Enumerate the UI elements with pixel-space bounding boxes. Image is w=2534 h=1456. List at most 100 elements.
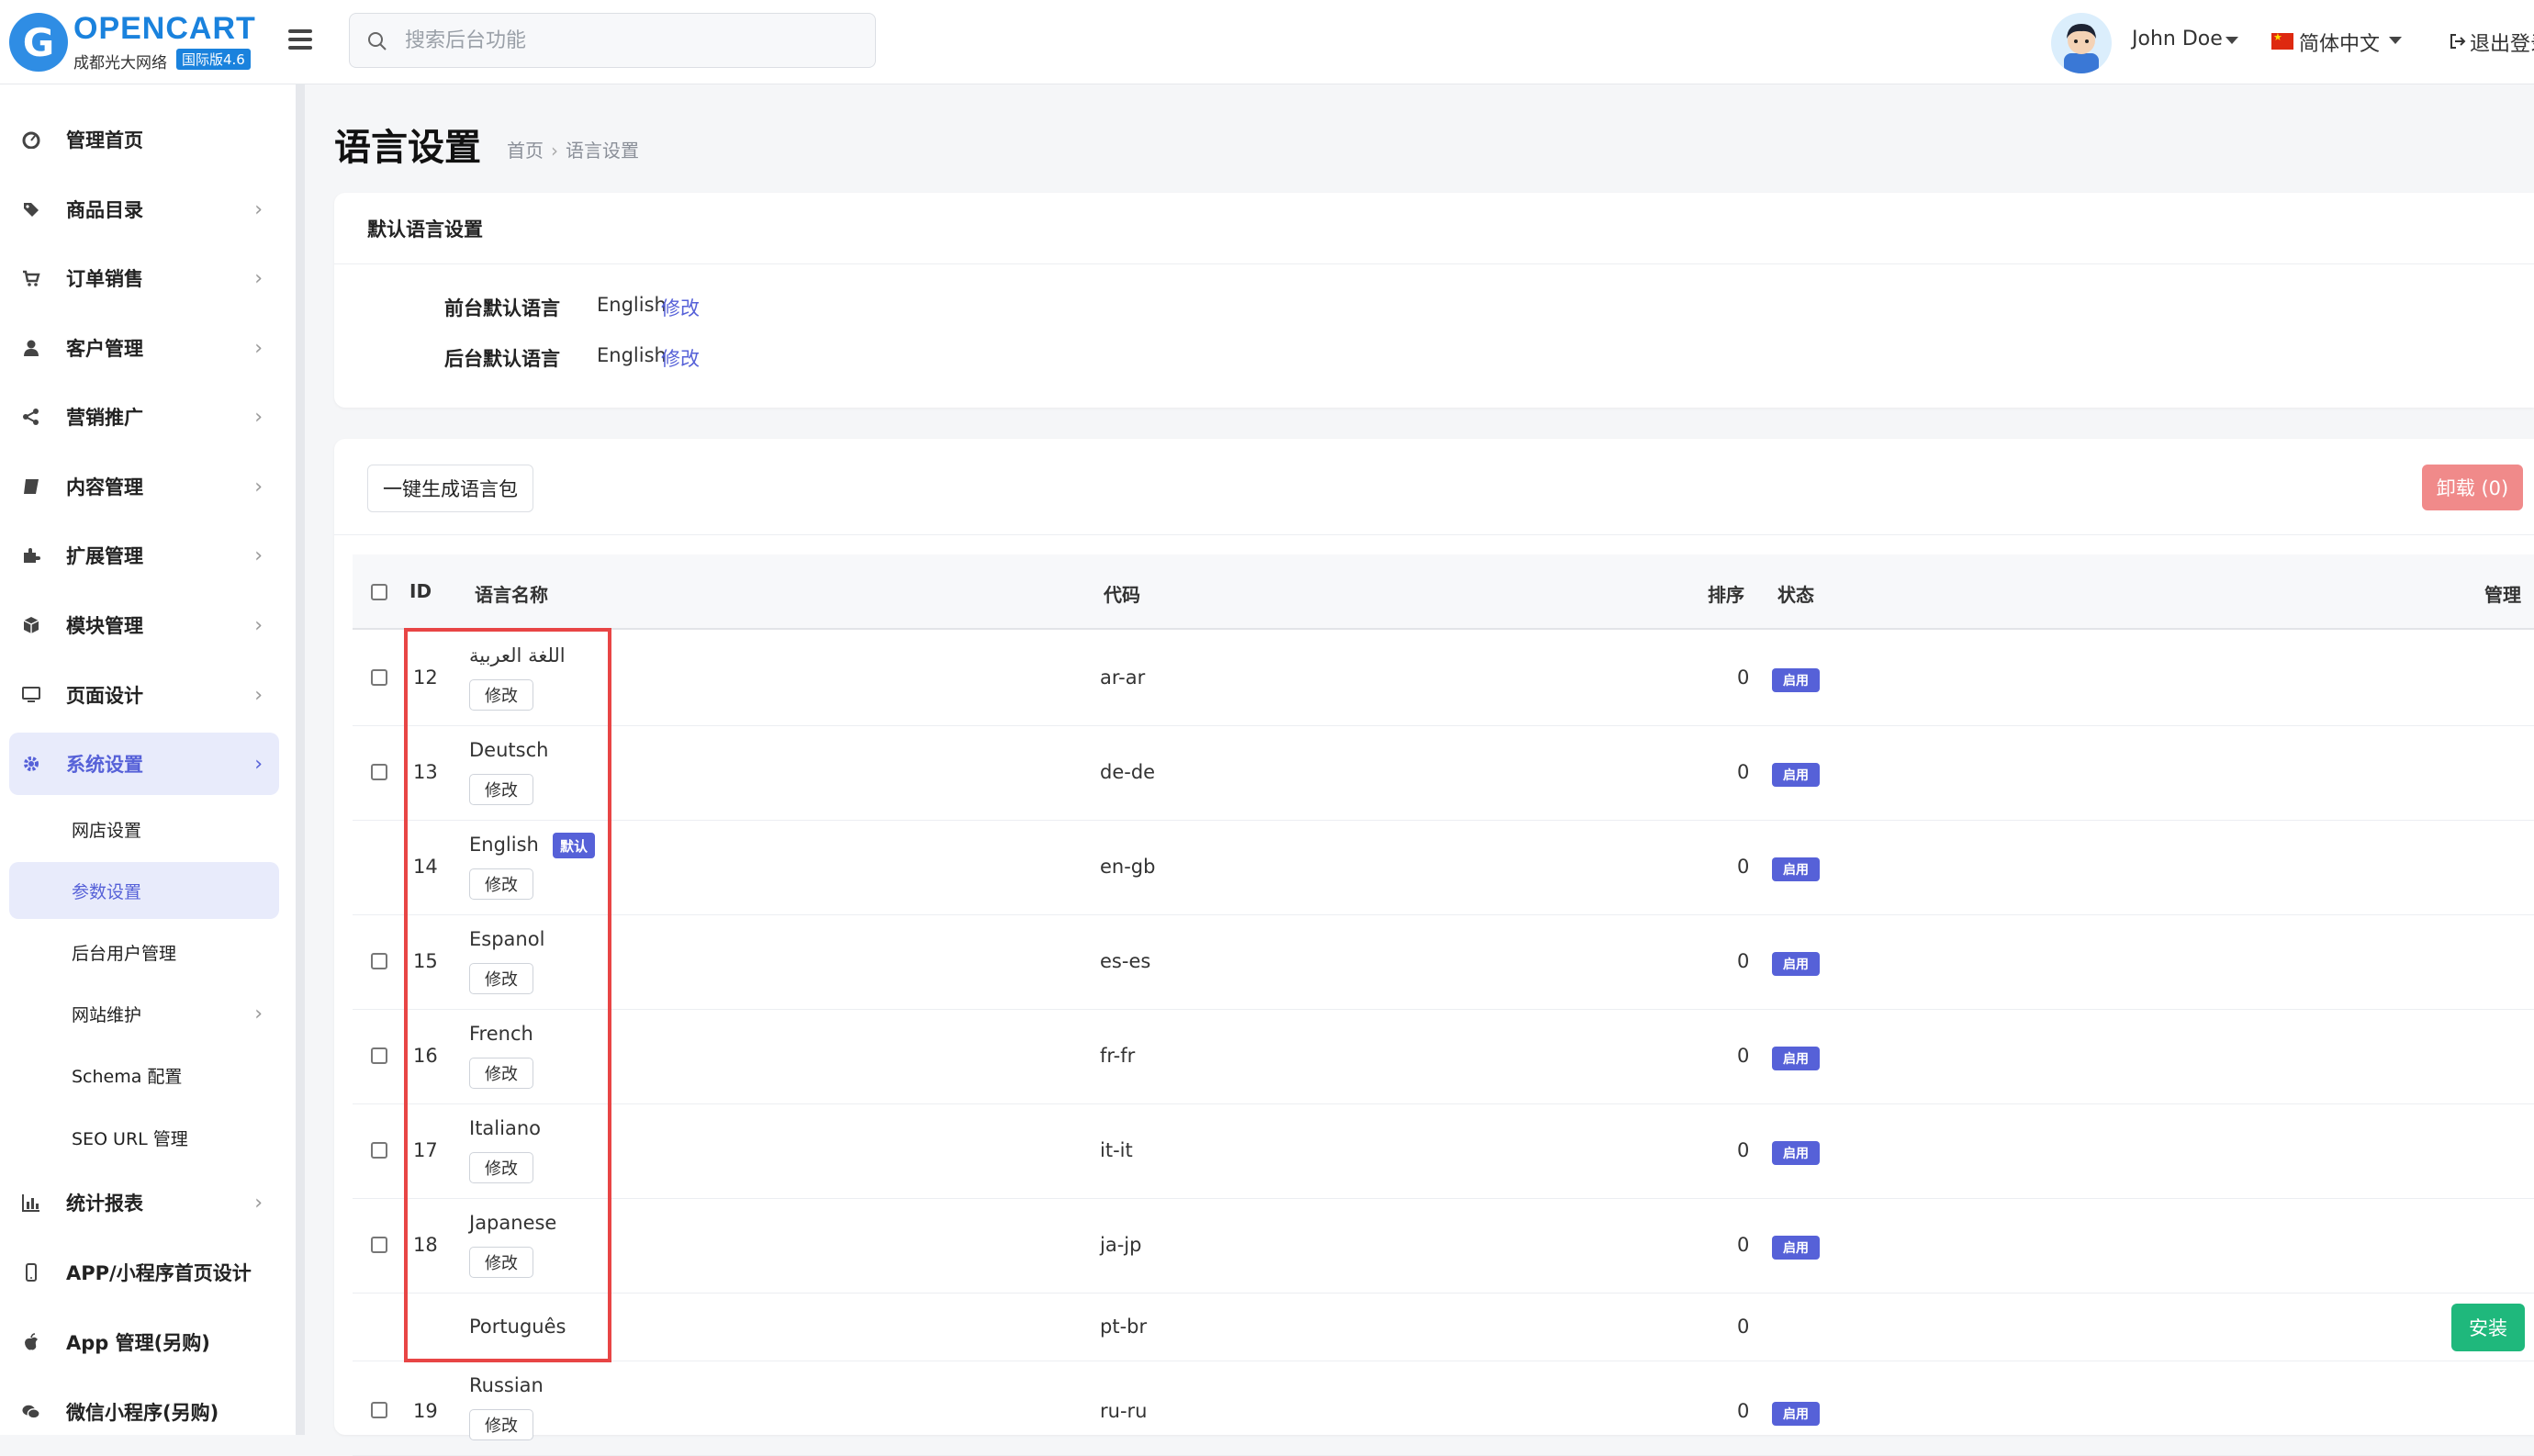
sidebar-item-page-design[interactable]: 页面设计 › [9, 664, 279, 726]
cell-code: de-de [1100, 761, 1156, 783]
row-edit-button[interactable]: 修改 [469, 1409, 533, 1440]
row-edit-button[interactable]: 修改 [469, 1152, 533, 1183]
column-header-name[interactable]: 语言名称 [475, 580, 548, 607]
language-dropdown-caret-icon[interactable] [2389, 37, 2402, 44]
sidebar-item-dashboard[interactable]: 管理首页 [9, 108, 279, 171]
chevron-right-icon: › [254, 197, 263, 221]
breadcrumb-home-link[interactable]: 首页 [507, 140, 544, 162]
row-checkbox[interactable] [371, 953, 387, 969]
chevron-right-icon: › [254, 475, 263, 498]
sidebar-item-content[interactable]: 内容管理 › [9, 455, 279, 518]
cell-language-name: اللغة العربية [469, 644, 566, 666]
sidebar-item-label: 管理首页 [66, 129, 143, 151]
sidebar-item-label: 微信小程序(另购) [66, 1402, 219, 1424]
logout-icon[interactable] [2448, 31, 2468, 51]
sidebar-subitem-schema[interactable]: Schema 配置 [9, 1047, 279, 1103]
table-row: 15 Espanol 修改 es-es 0 启用 [353, 915, 2534, 1010]
row-checkbox[interactable] [371, 1047, 387, 1064]
uninstall-button[interactable]: 卸载 (0) [2422, 465, 2523, 510]
generate-language-pack-button[interactable]: 一键生成语言包 [367, 465, 533, 512]
cell-language-name: Deutsch [469, 739, 549, 761]
sidebar-subitem-label: SEO URL 管理 [72, 1128, 188, 1149]
cell-id: 16 [413, 1045, 438, 1067]
column-header-sort[interactable]: 排序 [1708, 580, 1744, 607]
cell-language-name: Japanese [469, 1212, 557, 1234]
sidebar-item-app-home-design[interactable]: APP/小程序首页设计 [9, 1241, 279, 1304]
chevron-right-icon: › [254, 266, 263, 290]
avatar-image [2064, 24, 2099, 73]
row-edit-button[interactable]: 修改 [469, 963, 533, 994]
search-box[interactable] [349, 13, 876, 68]
sidebar-subitem-parameter-settings[interactable]: 参数设置 [9, 862, 279, 919]
cube-icon [22, 616, 40, 634]
sidebar-subitem-label: 后台用户管理 [72, 943, 177, 964]
tags-icon [22, 200, 40, 218]
sidebar-item-system-settings[interactable]: 系统设置 › [9, 733, 279, 795]
install-button[interactable]: 安装 [2451, 1304, 2525, 1351]
column-header-code[interactable]: 代码 [1104, 580, 1140, 607]
row-checkbox[interactable] [371, 1237, 387, 1253]
user-dropdown-caret-icon[interactable] [2226, 37, 2238, 44]
cell-id: 15 [413, 950, 438, 972]
sidebar-subitem-admin-users[interactable]: 后台用户管理 [9, 924, 279, 980]
sidebar-item-marketing[interactable]: 营销推广 › [9, 386, 279, 448]
user-name[interactable]: John Doe [2132, 28, 2223, 50]
language-list-card: 一键生成语言包 卸载 (0) ID 语言名称 代码 排序 状态 管理 12 ال… [334, 439, 2534, 1456]
sidebar-item-reports[interactable]: 统计报表 › [9, 1171, 279, 1234]
setting-label: 前台默认语言 [444, 297, 560, 319]
cell-sort: 0 [1737, 1400, 1750, 1422]
search-input[interactable] [403, 14, 862, 67]
sidebar-item-label: 客户管理 [66, 338, 143, 360]
avatar[interactable] [2051, 13, 2112, 73]
column-header-id[interactable]: ID [409, 580, 432, 602]
row-checkbox[interactable] [371, 669, 387, 686]
cell-sort: 0 [1737, 856, 1750, 878]
row-checkbox[interactable] [371, 1402, 387, 1418]
dashboard-icon [22, 130, 40, 149]
sidebar-subitem-label: 网站维护 [72, 1004, 142, 1025]
sidebar-scrollbar[interactable] [296, 84, 305, 1435]
setting-label: 后台默认语言 [444, 348, 560, 370]
sidebar-item-customers[interactable]: 客户管理 › [9, 317, 279, 379]
sidebar-item-catalog[interactable]: 商品目录 › [9, 178, 279, 241]
cell-sort: 0 [1737, 950, 1750, 972]
sidebar-item-extensions[interactable]: 扩展管理 › [9, 524, 279, 587]
row-checkbox[interactable] [371, 1142, 387, 1159]
sidebar-item-label: 订单销售 [66, 268, 143, 290]
language-selector[interactable]: 简体中文 [2299, 28, 2380, 57]
row-edit-button[interactable]: 修改 [469, 679, 533, 711]
row-edit-button[interactable]: 修改 [469, 1058, 533, 1089]
logout-link[interactable]: 退出登录 [2470, 28, 2534, 57]
select-all-checkbox[interactable] [371, 584, 387, 600]
setting-value: English [597, 344, 667, 366]
cell-id: 19 [413, 1400, 438, 1422]
menu-toggle-icon[interactable] [286, 26, 314, 53]
status-badge: 启用 [1772, 668, 1820, 692]
row-edit-button[interactable]: 修改 [469, 1247, 533, 1278]
logo-title[interactable]: OPENCART [73, 11, 256, 47]
sidebar-subitem-seo-url[interactable]: SEO URL 管理 [9, 1109, 279, 1166]
divider [334, 263, 2534, 264]
share-icon [22, 408, 40, 426]
table-row: 17 Italiano 修改 it-it 0 启用 [353, 1104, 2534, 1199]
cell-code: es-es [1100, 950, 1151, 972]
status-badge: 启用 [1772, 763, 1820, 787]
sidebar-subitem-maintenance[interactable]: 网站维护 › [9, 985, 279, 1042]
breadcrumb: 首页 › 语言设置 [507, 136, 639, 162]
sidebar-item-app-management[interactable]: App 管理(另购) [9, 1311, 279, 1373]
row-edit-button[interactable]: 修改 [469, 868, 533, 900]
sidebar-item-wechat-miniprogram[interactable]: 微信小程序(另购) [9, 1381, 279, 1443]
sidebar-item-modules[interactable]: 模块管理 › [9, 594, 279, 656]
row-checkbox[interactable] [371, 764, 387, 780]
sidebar-subitem-store-settings[interactable]: 网店设置 [9, 801, 279, 857]
divider [334, 534, 2534, 535]
sidebar-item-orders[interactable]: 订单销售 › [9, 247, 279, 309]
cell-sort: 0 [1737, 1045, 1750, 1067]
mobile-icon [22, 1263, 40, 1282]
sidebar: 管理首页 商品目录 › 订单销售 › 客户管理 › 营销推广 › 内容管理 › [0, 84, 296, 1435]
row-edit-button[interactable]: 修改 [469, 774, 533, 805]
opencart-logo-icon[interactable]: G [9, 13, 68, 72]
chevron-right-icon: › [254, 336, 263, 360]
edit-frontend-language-link[interactable]: 修改 [661, 294, 700, 321]
edit-backend-language-link[interactable]: 修改 [661, 344, 700, 372]
